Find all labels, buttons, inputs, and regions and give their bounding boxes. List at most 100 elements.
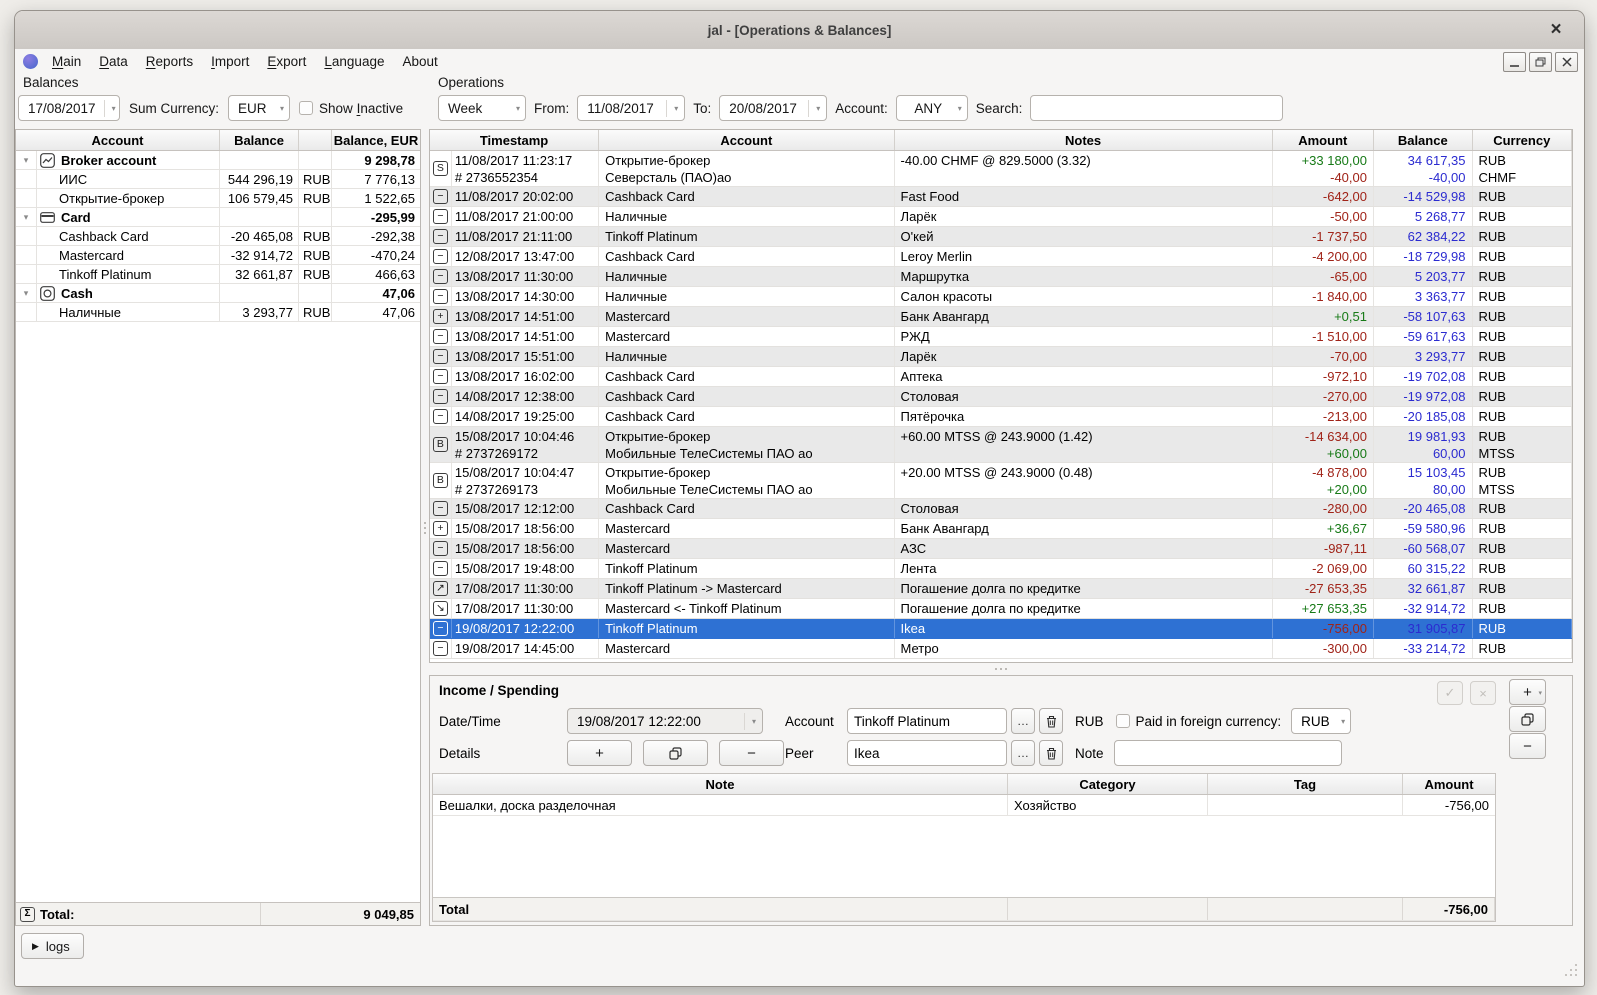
account-name-cell: Mastercard (37, 246, 220, 264)
operation-row[interactable]: ↗ 17/08/2017 11:30:00 Tinkoff Platinum -> … (430, 579, 1572, 599)
apply-button[interactable]: ✓ (1437, 681, 1463, 705)
operation-row[interactable]: −19/08/2017 14:45:00 Mastercard Метро -300,… (430, 639, 1572, 659)
operation-row[interactable]: −13/08/2017 16:02:00 Cashback Card Аптека -… (430, 367, 1572, 387)
vertical-splitter[interactable] (421, 129, 429, 926)
operation-row[interactable]: −13/08/2017 14:51:00 Mastercard РЖД -1 510,… (430, 327, 1572, 347)
balance-row[interactable]: Tinkoff Platinum 32 661,87 RUB 466,63 (16, 265, 420, 284)
column-header-amount[interactable]: Amount (1273, 130, 1375, 150)
column-header-currency[interactable]: Currency (1473, 130, 1572, 150)
copy-operation-button[interactable] (1509, 706, 1546, 732)
window-close-icon[interactable]: × (1544, 18, 1568, 42)
remove-detail-button[interactable]: − (719, 740, 784, 766)
column-header-timestamp[interactable]: Timestamp (430, 130, 600, 150)
operation-row[interactable]: −15/08/2017 19:48:00 Tinkoff Platinum Лент… (430, 559, 1572, 579)
menu-item-language[interactable]: Language (315, 52, 393, 71)
menu-item-import[interactable]: Import (202, 52, 258, 71)
operation-row[interactable]: +15/08/2017 18:56:00 Mastercard Банк Аванг… (430, 519, 1572, 539)
delete-operation-button[interactable]: − (1509, 733, 1546, 759)
account-picker-button[interactable]: … (1011, 708, 1035, 734)
column-header-category[interactable]: Category (1008, 774, 1208, 794)
balances-table-header[interactable]: Account Balance Balance, EUR (16, 130, 420, 151)
search-input[interactable] (1030, 95, 1284, 121)
to-date-select[interactable]: 20/08/2017 ▾ (719, 95, 828, 121)
operation-row[interactable]: +13/08/2017 14:51:00 Mastercard Банк Аванг… (430, 307, 1572, 327)
details-table-header[interactable]: Note Category Tag Amount (433, 774, 1495, 795)
show-inactive-checkbox[interactable]: Show Inactive (299, 101, 403, 116)
column-header-balance[interactable]: Balance (220, 130, 299, 150)
column-header-account[interactable]: Account (599, 130, 895, 150)
account-clear-button[interactable] (1039, 708, 1063, 734)
account-filter-select[interactable]: ANY ▾ (895, 95, 968, 121)
balance-row[interactable]: Mastercard -32 914,72 RUB -470,24 (16, 246, 420, 265)
mdi-close-button[interactable] (1555, 52, 1578, 72)
operation-row[interactable]: S 11/08/2017 11:23:17 # 2736552354 Открытие… (430, 151, 1572, 187)
operation-row[interactable]: B 15/08/2017 10:04:47 # 2737269173 Открытие… (430, 463, 1572, 499)
revert-button[interactable]: × (1470, 681, 1496, 705)
add-detail-button[interactable]: + (567, 740, 632, 766)
peer-clear-button[interactable] (1039, 740, 1063, 766)
sum-currency-select[interactable]: EUR ▾ (228, 95, 291, 121)
column-header-tag[interactable]: Tag (1208, 774, 1403, 794)
operation-row[interactable]: −13/08/2017 11:30:00 Наличные Маршрутка -65… (430, 267, 1572, 287)
balance-row[interactable]: Открытие-брокер 106 579,45 RUB 1 522,65 (16, 189, 420, 208)
menu-item-reports[interactable]: Reports (137, 52, 202, 71)
balances-date-select[interactable]: 17/08/2017 ▾ (18, 95, 120, 121)
operation-row[interactable]: −15/08/2017 18:56:00 Mastercard АЗС -987,11… (430, 539, 1572, 559)
operation-row[interactable]: −12/08/2017 13:47:00 Cashback Card Leroy M… (430, 247, 1572, 267)
expander-icon[interactable]: ▾ (24, 288, 29, 299)
datetime-select[interactable]: 19/08/2017 12:22:00 ▾ (567, 708, 763, 734)
currency-cell (299, 151, 332, 169)
balance-cell: 3 293,77 (220, 303, 299, 321)
expander-icon[interactable]: ▾ (24, 212, 29, 223)
menu-item-export[interactable]: Export (258, 52, 315, 71)
column-header-note[interactable]: Note (433, 774, 1008, 794)
titlebar[interactable]: jal - [Operations & Balances] × (15, 11, 1584, 50)
balance-row[interactable]: ИИС 544 296,19 RUB 7 776,13 (16, 170, 420, 189)
operation-row[interactable]: −11/08/2017 21:11:00 Tinkoff Platinum О'ке… (430, 227, 1572, 247)
operation-row[interactable]: −15/08/2017 12:12:00 Cashback Card Столова… (430, 499, 1572, 519)
balance-row[interactable]: Наличные 3 293,77 RUB 47,06 (16, 303, 420, 322)
note-input[interactable] (1113, 740, 1342, 766)
column-header-account[interactable]: Account (16, 130, 220, 150)
account-input[interactable]: Tinkoff Platinum (847, 708, 1007, 734)
logs-toggle-button[interactable]: ▶ logs (21, 933, 84, 959)
menu-item-data[interactable]: Data (90, 52, 137, 71)
operation-row[interactable]: ↘ 17/08/2017 11:30:00 Mastercard <- Tinkof… (430, 599, 1572, 619)
operation-row[interactable]: −14/08/2017 19:25:00 Cashback Card Пятёроч… (430, 407, 1572, 427)
period-select[interactable]: Week ▾ (438, 95, 526, 121)
column-header-balance-eur[interactable]: Balance, EUR (332, 130, 420, 150)
peer-picker-button[interactable]: … (1011, 740, 1035, 766)
mdi-minimize-button[interactable] (1503, 52, 1526, 72)
minus-icon: − (747, 744, 756, 762)
column-header-notes[interactable]: Notes (895, 130, 1273, 150)
from-date-select[interactable]: 11/08/2017 ▾ (577, 95, 686, 121)
mdi-restore-button[interactable] (1529, 52, 1552, 72)
operations-table-header[interactable]: Timestamp Account Notes Amount Balance C… (430, 130, 1572, 151)
column-header-balance[interactable]: Balance (1374, 130, 1473, 150)
peer-input[interactable]: Ikea (847, 740, 1007, 766)
horizontal-splitter[interactable] (429, 663, 1573, 675)
menu-item-main[interactable]: Main (43, 52, 90, 71)
expander-icon[interactable]: ▾ (24, 155, 29, 166)
balance-row[interactable]: Cashback Card -20 465,08 RUB -292,38 (16, 227, 420, 246)
resize-grip[interactable] (1564, 964, 1577, 977)
balance-row[interactable]: ▾ Cash 47,06 (16, 284, 420, 303)
column-header-amount[interactable]: Amount (1403, 774, 1495, 794)
operation-row[interactable]: −11/08/2017 21:00:00 Наличные Ларёк -50,00 5… (430, 207, 1572, 227)
operation-row[interactable]: B 15/08/2017 10:04:46 # 2737269172 Открытие… (430, 427, 1572, 463)
balance-row[interactable]: ▾ Broker account 9 298,78 (16, 151, 420, 170)
new-operation-button[interactable]: + ▾ (1509, 679, 1546, 705)
column-header-currency[interactable] (299, 130, 332, 150)
operation-row[interactable]: −13/08/2017 15:51:00 Наличные Ларёк -70,00 3… (430, 347, 1572, 367)
operation-row[interactable]: −14/08/2017 12:38:00 Cashback Card Столова… (430, 387, 1572, 407)
copy-detail-button[interactable] (643, 740, 708, 766)
paid-foreign-checkbox[interactable]: Paid in foreign currency: (1115, 714, 1281, 729)
menu-item-about[interactable]: About (393, 52, 446, 71)
foreign-currency-select[interactable]: RUB ▾ (1291, 708, 1352, 734)
detail-row[interactable]: Вешалки, доска разделочная Хозяйство -756,… (433, 795, 1495, 816)
notes-cell: Погашение долга по кредитке (895, 599, 1273, 618)
operation-row[interactable]: −11/08/2017 20:02:00 Cashback Card Fast Fo… (430, 187, 1572, 207)
operation-row[interactable]: −19/08/2017 12:22:00 Tinkoff Platinum Ikea… (430, 619, 1572, 639)
balance-row[interactable]: ▾ Card -295,99 (16, 208, 420, 227)
operation-row[interactable]: −13/08/2017 14:30:00 Наличные Салон красот… (430, 287, 1572, 307)
